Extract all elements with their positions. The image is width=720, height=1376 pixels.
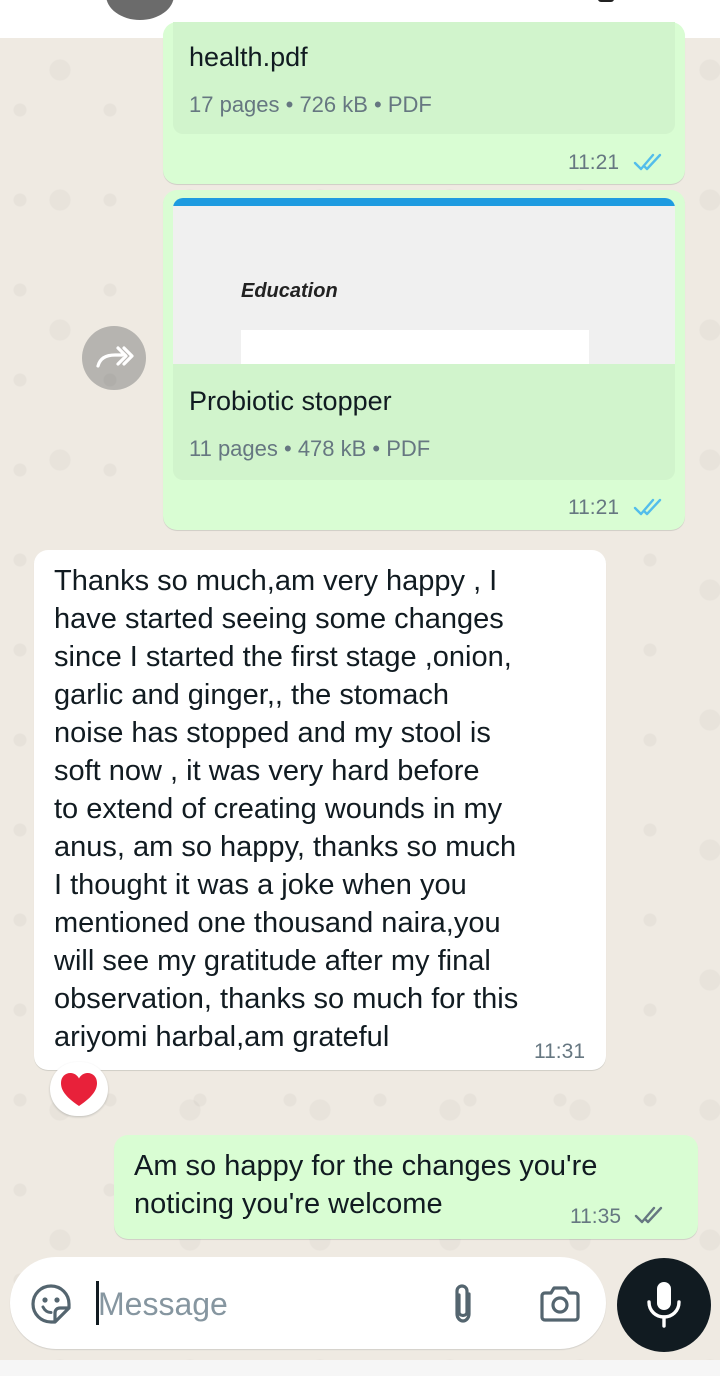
double-check-icon xyxy=(633,498,662,516)
sticker-smiley-icon[interactable] xyxy=(30,1283,72,1325)
text-caret xyxy=(96,1281,99,1325)
message-time: 11:21 xyxy=(568,496,619,519)
message-time: 11:35 xyxy=(570,1205,621,1228)
message-composer xyxy=(10,1257,606,1349)
document-meta: 11 pages • 478 kB • PDF xyxy=(189,436,431,461)
forward-button[interactable] xyxy=(82,326,146,390)
navigation-bar xyxy=(0,1360,720,1376)
outgoing-message[interactable]: Am so happy for the changes you're notic… xyxy=(114,1135,698,1239)
preview-top-bar xyxy=(173,198,675,206)
document-card[interactable]: health.pdf 17 pages • 726 kB • PDF xyxy=(173,22,675,134)
document-preview[interactable]: Education xyxy=(173,198,675,364)
message-time: 11:31 xyxy=(534,1040,585,1063)
camera-icon[interactable] xyxy=(538,1284,582,1324)
document-file-name: health.pdf xyxy=(189,42,308,72)
contact-avatar[interactable] xyxy=(106,0,174,20)
message-input[interactable] xyxy=(96,1279,420,1329)
preview-page xyxy=(241,330,589,364)
document-card[interactable]: Probiotic stopper 11 pages • 478 kB • PD… xyxy=(173,364,675,480)
preview-heading: Education xyxy=(241,280,338,302)
incoming-message[interactable]: Thanks so much,am very happy , I have st… xyxy=(34,550,606,1070)
document-message[interactable]: health.pdf 17 pages • 726 kB • PDF 11:21 xyxy=(163,22,685,184)
header-icon[interactable] xyxy=(598,0,614,2)
double-check-icon xyxy=(633,153,662,171)
forward-icon xyxy=(96,346,134,368)
voice-record-button[interactable] xyxy=(617,1258,711,1352)
document-file-name: Probiotic stopper xyxy=(189,386,392,416)
message-text: Thanks so much,am very happy , I have st… xyxy=(54,565,519,1053)
document-message[interactable]: Education Probiotic stopper 11 pages • 4… xyxy=(163,190,685,530)
microphone-icon xyxy=(647,1282,681,1328)
double-check-icon xyxy=(634,1206,663,1224)
document-meta: 17 pages • 726 kB • PDF xyxy=(189,92,432,117)
paperclip-icon[interactable] xyxy=(446,1282,480,1326)
message-time: 11:21 xyxy=(568,151,619,174)
heart-icon xyxy=(61,1073,97,1106)
reaction-badge[interactable] xyxy=(50,1062,108,1116)
